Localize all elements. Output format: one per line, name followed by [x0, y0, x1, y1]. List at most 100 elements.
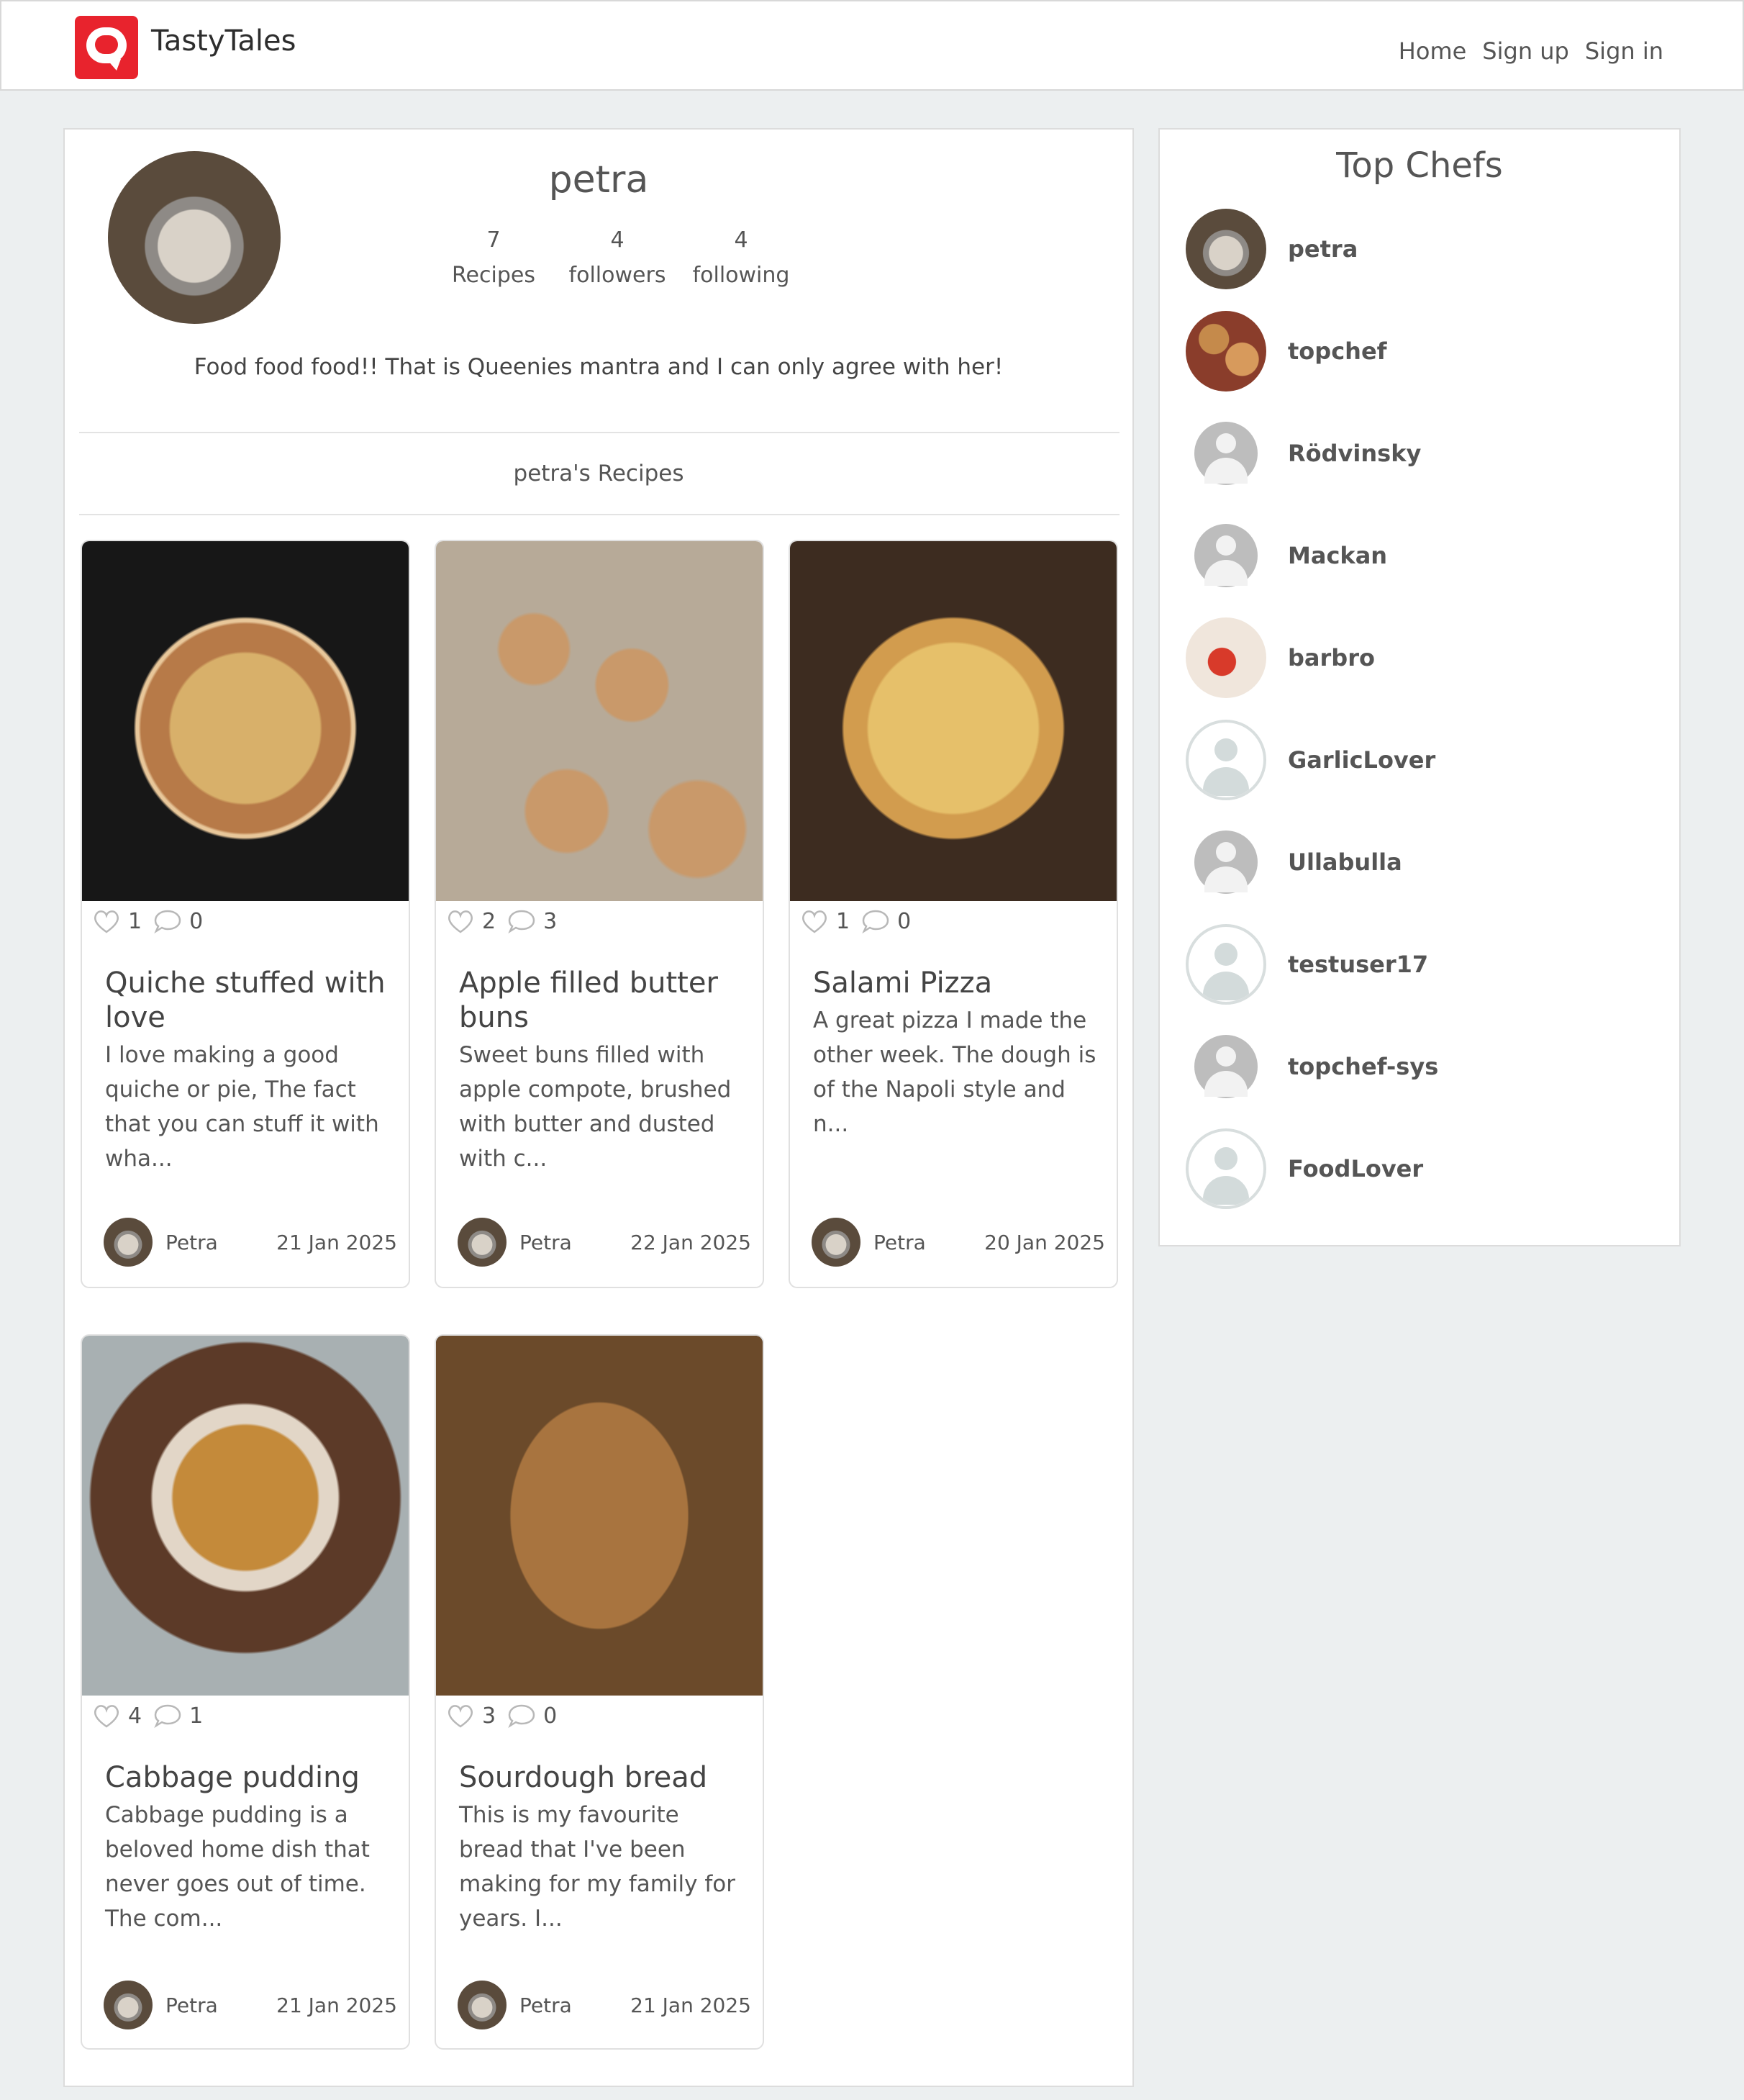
chef-item[interactable]: FoodLover	[1186, 1128, 1423, 1209]
stat-followers[interactable]: 4 followers	[555, 227, 679, 288]
chef-item[interactable]: Mackan	[1186, 515, 1387, 596]
recipe-meta: 2 3	[446, 908, 568, 934]
stat-recipes[interactable]: 7 Recipes	[432, 227, 555, 288]
default-avatar-icon[interactable]	[1186, 720, 1266, 800]
chef-item[interactable]: barbro	[1186, 617, 1375, 698]
default-avatar-icon[interactable]	[1186, 1128, 1266, 1209]
stat-followers-value: 4	[610, 227, 625, 253]
recipe-description: Sweet buns filled with apple compote, br…	[459, 1042, 732, 1172]
comment-icon[interactable]	[507, 1703, 536, 1729]
recipe-description: Cabbage pudding is a beloved home dish t…	[105, 1802, 370, 1932]
comments-count: 0	[897, 908, 912, 934]
logo-icon[interactable]	[75, 16, 138, 79]
recipe-image[interactable]	[436, 541, 763, 901]
author-avatar[interactable]	[104, 1981, 153, 2029]
likes-count: 1	[128, 908, 142, 934]
comment-icon[interactable]	[153, 1703, 182, 1729]
likes-count: 4	[128, 1703, 142, 1729]
stat-recipes-value: 7	[486, 227, 501, 253]
recipe-footer: Petra 21 Jan 2025	[458, 1981, 751, 2029]
nav-home-link[interactable]: Home	[1399, 37, 1467, 65]
likes-count: 2	[482, 908, 496, 934]
chef-name[interactable]: GarlicLover	[1288, 746, 1435, 774]
chef-name[interactable]: topchef-sys	[1288, 1053, 1438, 1080]
chef-name[interactable]: Mackan	[1288, 542, 1387, 569]
likes-count: 3	[482, 1703, 496, 1729]
chef-avatar[interactable]	[1186, 617, 1266, 698]
chef-avatar[interactable]	[1186, 311, 1266, 392]
nav-signin-link[interactable]: Sign in	[1585, 37, 1663, 65]
chef-name[interactable]: petra	[1288, 235, 1358, 263]
comment-icon[interactable]	[507, 908, 536, 934]
recipe-meta: 4 1	[92, 1703, 214, 1729]
recipe-date: 20 Jan 2025	[984, 1230, 1105, 1254]
chef-avatar[interactable]	[1186, 209, 1266, 289]
comment-icon[interactable]	[153, 908, 182, 934]
heart-icon[interactable]	[446, 908, 475, 934]
heart-icon[interactable]	[446, 1703, 475, 1729]
recipe-description: I love making a good quiche or pie, The …	[105, 1042, 379, 1172]
chef-item[interactable]: testuser17	[1186, 924, 1428, 1005]
recipe-title[interactable]: Sourdough bread	[459, 1760, 747, 1795]
recipe-card[interactable]: 3 0 Sourdough bread This is my favourite…	[435, 1334, 764, 2050]
top-chefs-title: Top Chefs	[1336, 145, 1503, 186]
author-name[interactable]: Petra	[519, 1231, 630, 1254]
recipe-meta: 1 0	[92, 908, 214, 934]
heart-icon[interactable]	[800, 908, 829, 934]
comment-icon[interactable]	[861, 908, 890, 934]
heart-icon[interactable]	[92, 1703, 121, 1729]
comments-count: 0	[543, 1703, 558, 1729]
author-name[interactable]: Petra	[165, 1231, 276, 1254]
divider	[79, 514, 1119, 515]
stat-following[interactable]: 4 following	[679, 227, 803, 288]
author-avatar[interactable]	[458, 1218, 507, 1267]
recipe-title[interactable]: Apple filled butter buns	[459, 966, 747, 1035]
recipe-title[interactable]: Cabbage pudding	[105, 1760, 393, 1795]
author-name[interactable]: Petra	[165, 1993, 276, 2017]
comments-count: 3	[543, 908, 558, 934]
chef-item[interactable]: GarlicLover	[1186, 720, 1435, 800]
chef-item[interactable]: Rödvinsky	[1186, 413, 1421, 494]
chef-item[interactable]: Ullabulla	[1186, 822, 1402, 902]
default-avatar-icon[interactable]	[1186, 822, 1266, 902]
chef-name[interactable]: topchef	[1288, 338, 1387, 365]
author-avatar[interactable]	[458, 1981, 507, 2029]
recipe-card[interactable]: 1 0 Salami Pizza A great pizza I made th…	[789, 540, 1118, 1288]
chef-item[interactable]: topchef-sys	[1186, 1026, 1438, 1107]
brand-name[interactable]: TastyTales	[151, 24, 296, 58]
recipe-card[interactable]: 4 1 Cabbage pudding Cabbage pudding is a…	[81, 1334, 410, 2050]
chef-name[interactable]: FoodLover	[1288, 1155, 1423, 1182]
default-avatar-icon[interactable]	[1186, 1026, 1266, 1107]
recipe-title[interactable]: Quiche stuffed with love	[105, 966, 393, 1035]
comments-count: 1	[189, 1703, 204, 1729]
author-avatar[interactable]	[812, 1218, 860, 1267]
recipe-footer: Petra 22 Jan 2025	[458, 1218, 751, 1267]
recipe-card[interactable]: 1 0 Quiche stuffed with love I love maki…	[81, 540, 410, 1288]
recipe-footer: Petra 20 Jan 2025	[812, 1218, 1105, 1267]
recipe-date: 21 Jan 2025	[630, 1993, 751, 2017]
recipe-image[interactable]	[436, 1336, 763, 1696]
recipe-description: This is my favourite bread that I've bee…	[459, 1802, 735, 1932]
author-name[interactable]: Petra	[519, 1993, 630, 2017]
chef-name[interactable]: barbro	[1288, 644, 1375, 671]
profile-bio: Food food food!! That is Queenies mantra…	[194, 354, 1004, 380]
chef-item[interactable]: topchef	[1186, 311, 1387, 392]
chef-name[interactable]: Ullabulla	[1288, 848, 1402, 876]
chef-item[interactable]: petra	[1186, 209, 1358, 289]
default-avatar-icon[interactable]	[1186, 515, 1266, 596]
recipe-card[interactable]: 2 3 Apple filled butter buns Sweet buns …	[435, 540, 764, 1288]
default-avatar-icon[interactable]	[1186, 413, 1266, 494]
author-name[interactable]: Petra	[873, 1231, 984, 1254]
recipe-image[interactable]	[82, 1336, 409, 1696]
nav-signup-link[interactable]: Sign up	[1482, 37, 1569, 65]
recipe-date: 22 Jan 2025	[630, 1230, 751, 1254]
chef-name[interactable]: testuser17	[1288, 951, 1428, 978]
default-avatar-icon[interactable]	[1186, 924, 1266, 1005]
recipe-image[interactable]	[790, 541, 1117, 901]
author-avatar[interactable]	[104, 1218, 153, 1267]
recipe-image[interactable]	[82, 541, 409, 901]
chef-name[interactable]: Rödvinsky	[1288, 440, 1421, 467]
recipe-description: A great pizza I made the other week. The…	[813, 1008, 1096, 1137]
heart-icon[interactable]	[92, 908, 121, 934]
recipe-title[interactable]: Salami Pizza	[813, 966, 1101, 1000]
